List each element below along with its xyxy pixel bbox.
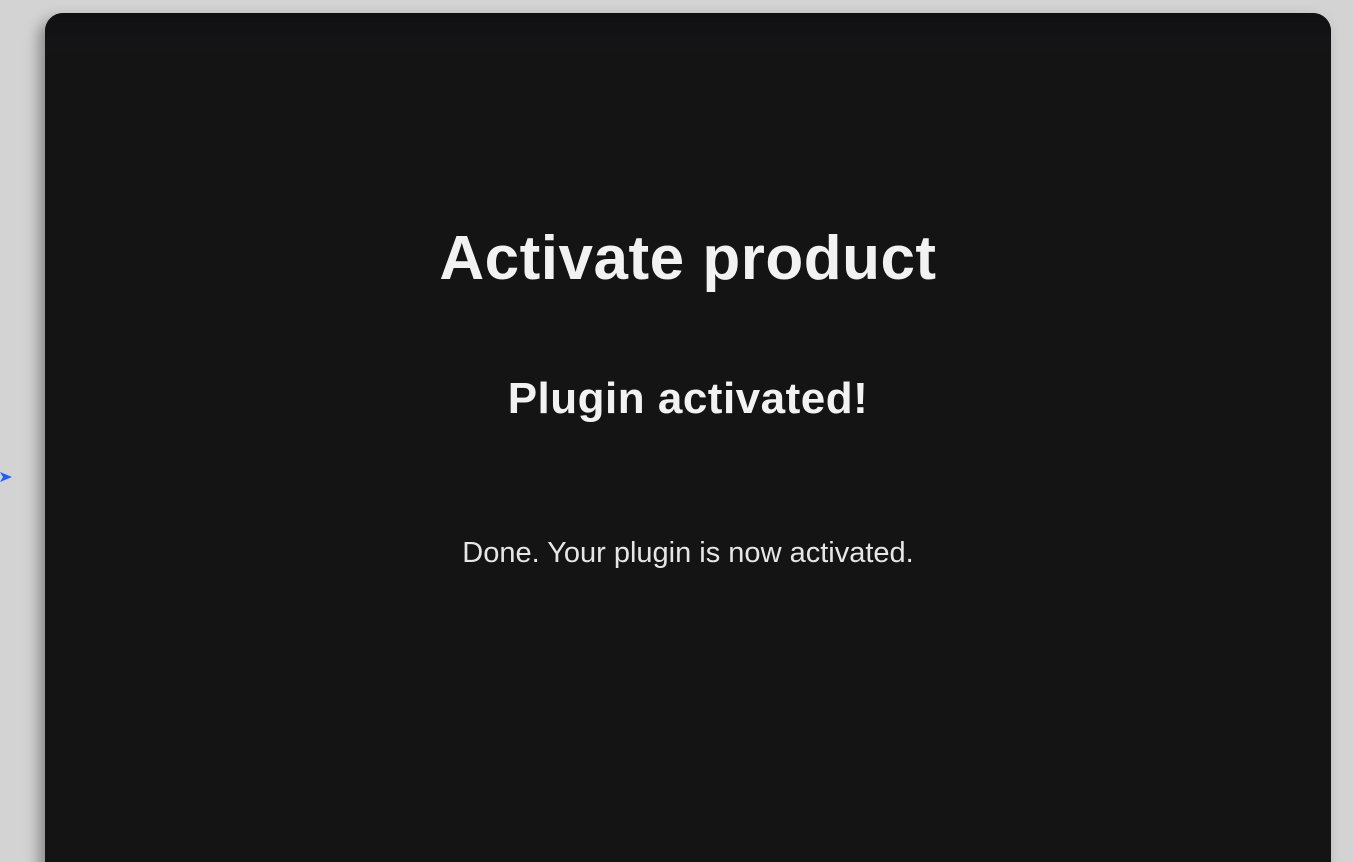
activation-message: Done. Your plugin is now activated. xyxy=(462,537,914,569)
activation-status-heading: Plugin activated! xyxy=(507,374,869,423)
screen: Activate product Plugin activated! Done.… xyxy=(0,0,1353,862)
activation-dialog: Activate product Plugin activated! Done.… xyxy=(45,13,1331,862)
dialog-title-bar xyxy=(45,13,1331,51)
dialog-title: Activate product xyxy=(439,224,937,293)
arrow-pointer-icon xyxy=(0,472,12,482)
